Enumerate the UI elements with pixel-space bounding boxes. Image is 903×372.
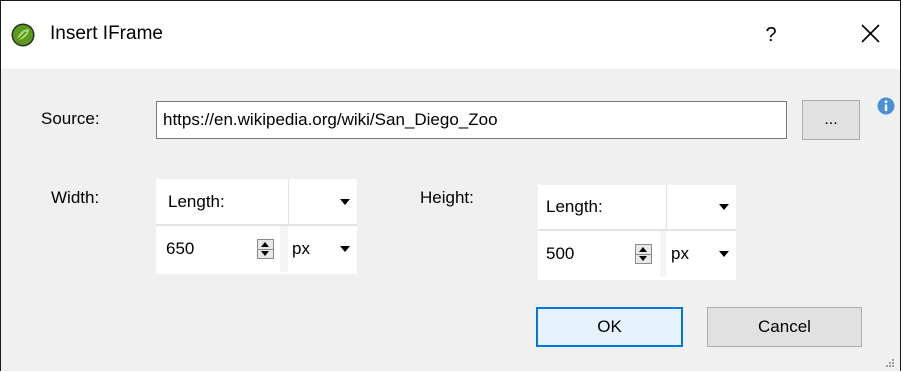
browse-button[interactable]: ... <box>802 100 860 140</box>
spin-divider <box>636 254 651 255</box>
leaf-logo-icon <box>11 23 35 47</box>
close-icon <box>861 24 880 43</box>
insert-iframe-dialog: Insert IFrame ? Source: https://en.wikip… <box>0 0 901 371</box>
width-spinner[interactable] <box>257 239 274 259</box>
height-spinner[interactable] <box>635 244 652 264</box>
source-label: Source: <box>41 109 100 128</box>
height-amount-input[interactable]: 500 <box>538 231 660 277</box>
title-bar: Insert IFrame ? <box>1 1 900 69</box>
height-type-divider <box>666 185 667 229</box>
spin-down-icon <box>261 251 269 256</box>
width-type-value: Length: <box>168 191 225 211</box>
width-unit-dropdown[interactable]: px <box>288 226 357 272</box>
info-icon[interactable] <box>877 97 895 115</box>
width-amount-input[interactable]: 650 <box>156 226 280 272</box>
spin-divider <box>258 249 273 250</box>
width-controls: Length: 650 px <box>156 179 357 274</box>
height-unit-value: px <box>671 244 689 263</box>
height-type-value: Length: <box>546 197 603 216</box>
cancel-button[interactable]: Cancel <box>707 307 862 347</box>
height-type-chevron-down-icon <box>719 204 729 210</box>
height-unit-dropdown[interactable]: px <box>666 231 736 277</box>
cancel-button-label: Cancel <box>758 317 811 336</box>
source-url-value: https://en.wikipedia.org/wiki/San_Diego_… <box>163 110 498 129</box>
width-amount-value: 650 <box>166 239 195 258</box>
help-button[interactable]: ? <box>749 13 793 57</box>
width-label: Width: <box>51 188 100 207</box>
resize-grip-icon[interactable] <box>886 359 894 367</box>
source-url-input[interactable]: https://en.wikipedia.org/wiki/San_Diego_… <box>156 101 787 139</box>
width-unit-value: px <box>292 239 310 258</box>
spin-up-icon <box>639 247 647 252</box>
height-controls: Length: 500 px <box>538 185 736 280</box>
height-unit-chevron-down-icon <box>719 251 729 257</box>
width-unit-divider <box>280 226 288 272</box>
height-type-dropdown[interactable]: Length: <box>538 185 736 229</box>
ok-button[interactable]: OK <box>536 307 683 347</box>
ok-button-label: OK <box>597 317 622 336</box>
spin-down-icon <box>639 256 647 261</box>
spin-up-icon <box>261 242 269 247</box>
browse-button-label: ... <box>824 111 838 128</box>
width-type-chevron-down-icon <box>340 199 350 205</box>
width-unit-chevron-down-icon <box>340 246 350 252</box>
width-type-dropdown[interactable]: Length: <box>156 179 357 224</box>
close-button[interactable] <box>849 13 893 57</box>
width-type-divider <box>288 179 289 224</box>
height-amount-value: 500 <box>546 244 575 263</box>
height-label: Height: <box>420 188 474 207</box>
dialog-title: Insert IFrame <box>50 23 163 44</box>
